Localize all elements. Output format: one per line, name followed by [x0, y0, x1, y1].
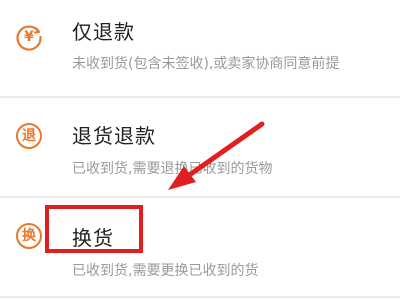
option-description: 已收到货,需要退换已收到的货物 — [72, 161, 273, 177]
option-description: 未收到货(包含未签收),或卖家协商同意前提 — [72, 56, 340, 72]
option-refund-only[interactable]: ¥ 仅退款 未收到货(包含未签收),或卖家协商同意前提 — [0, 0, 400, 94]
refund-type-list: ¥ 仅退款 未收到货(包含未签收),或卖家协商同意前提 退 退货退款 已收到货,… — [0, 0, 400, 300]
option-icon-glyph: ¥ — [24, 29, 34, 45]
option-description: 已收到货,需要更换已收到的货 — [72, 263, 259, 279]
option-title: 退货退款 — [72, 124, 156, 148]
highlight-box — [45, 205, 143, 253]
option-title: 仅退款 — [72, 20, 135, 44]
return-goods-icon: 退 — [14, 121, 44, 151]
option-icon-glyph: 换 — [22, 228, 36, 244]
option-return-refund[interactable]: 退 退货退款 已收到货,需要退换已收到的货物 — [0, 100, 400, 196]
divider — [0, 296, 400, 298]
exchange-icon: 换 — [14, 221, 44, 251]
divider — [0, 196, 400, 198]
yen-return-icon: ¥ — [14, 22, 44, 52]
divider — [0, 96, 400, 98]
option-icon-glyph: 退 — [22, 128, 36, 144]
